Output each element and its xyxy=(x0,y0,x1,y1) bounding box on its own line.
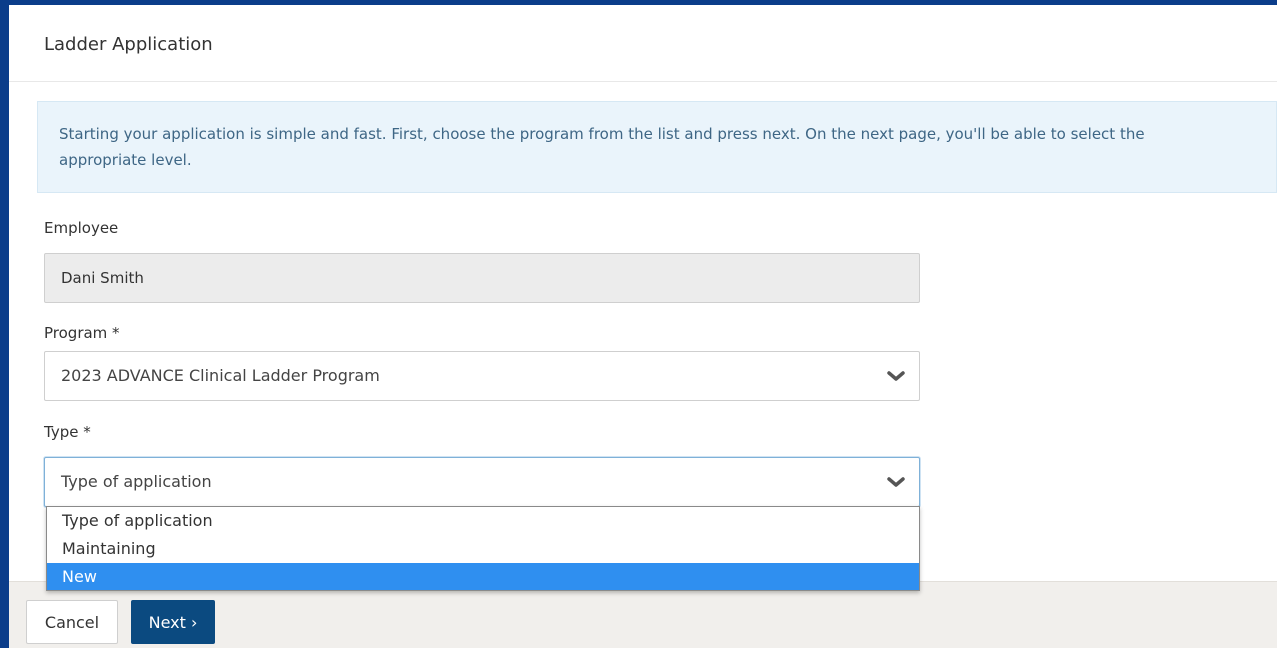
type-select[interactable]: Type of application xyxy=(44,457,920,507)
program-label: Program * xyxy=(44,324,120,342)
info-alert: Starting your application is simple and … xyxy=(37,101,1277,193)
type-option[interactable]: Maintaining xyxy=(47,535,919,563)
cancel-button[interactable]: Cancel xyxy=(26,600,118,644)
type-select-value: Type of application xyxy=(61,472,212,491)
modal-header: Ladder Application xyxy=(9,5,1277,82)
type-option-highlighted[interactable]: New xyxy=(47,563,919,590)
program-select[interactable]: 2023 ADVANCE Clinical Ladder Program xyxy=(44,351,920,401)
chevron-down-icon xyxy=(887,371,905,381)
employee-label: Employee xyxy=(44,219,119,237)
modal-title: Ladder Application xyxy=(44,34,213,55)
next-button[interactable]: Next › xyxy=(131,600,215,644)
type-label: Type * xyxy=(44,423,91,441)
employee-field: Dani Smith xyxy=(44,253,920,303)
chevron-down-icon xyxy=(887,477,905,487)
type-option[interactable]: Type of application xyxy=(47,507,919,535)
info-alert-line-1: Starting your application is simple and … xyxy=(59,125,1145,143)
info-alert-line-2: appropriate level. xyxy=(59,151,192,169)
program-select-value: 2023 ADVANCE Clinical Ladder Program xyxy=(61,366,380,385)
modal-panel: Ladder Application Starting your applica… xyxy=(9,5,1277,648)
type-dropdown-list: Type of application Maintaining New xyxy=(46,506,920,591)
